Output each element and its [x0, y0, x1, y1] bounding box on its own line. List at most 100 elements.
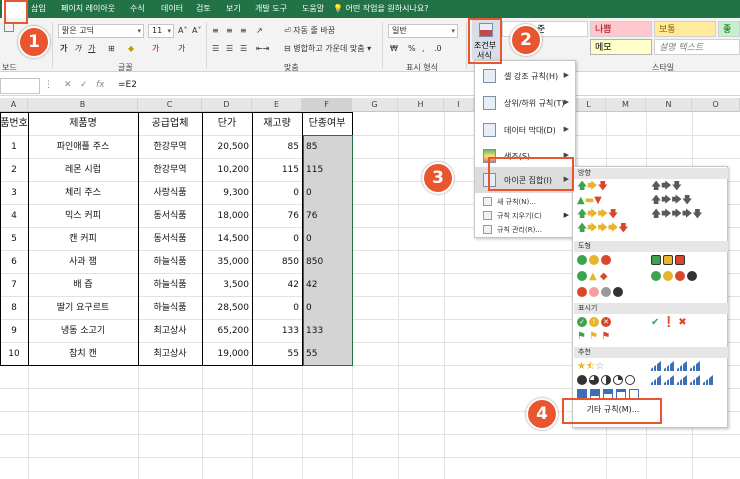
align-top-icon[interactable]: ≡ — [212, 24, 219, 38]
cell-id[interactable]: 3 — [0, 182, 28, 204]
cell-supplier[interactable]: 하늘식품 — [138, 297, 202, 319]
col-header-a[interactable]: A — [0, 98, 28, 112]
icon-set-3-flags[interactable]: ⚑ ⚑ ⚑ — [577, 331, 610, 342]
cell-price[interactable]: 35,000 — [202, 251, 252, 273]
col-header-c[interactable]: C — [138, 98, 202, 112]
fill-color-icon[interactable]: ◆ — [128, 42, 134, 56]
cell-stock[interactable]: 0 — [252, 182, 302, 204]
tab-review[interactable]: 검토 — [196, 3, 211, 14]
cell-id[interactable]: 8 — [0, 297, 28, 319]
italic-icon[interactable]: 가 — [74, 42, 81, 56]
cell-id[interactable]: 7 — [0, 274, 28, 296]
align-middle-icon[interactable]: ≡ — [226, 24, 233, 38]
cell-id[interactable]: 1 — [0, 136, 28, 158]
tab-formulas[interactable]: 수식 — [130, 3, 145, 14]
tab-insert[interactable]: 삽입 — [31, 3, 46, 14]
font-size-combo[interactable]: 11 ▾ — [148, 24, 174, 38]
icon-set-3-arrows-gray[interactable]: 🡅🡆🡇 — [651, 181, 682, 192]
name-box[interactable] — [0, 78, 40, 94]
cell-stock[interactable]: 85 — [252, 136, 302, 158]
menu-highlight-rules[interactable]: 셀 강조 규칙(H) ▶ — [475, 63, 575, 89]
header-cell-name[interactable]: 제품명 — [28, 113, 138, 135]
icon-set-3-triangles[interactable]: ▲▬▼ — [577, 195, 602, 206]
icon-set-red-to-black[interactable] — [577, 287, 625, 298]
menu-new-rule[interactable]: 새 규칙(N)... — [475, 195, 575, 208]
align-right-icon[interactable]: ☰ — [240, 42, 247, 56]
phonetic-icon[interactable]: 가 — [178, 42, 185, 56]
header-cell-discontinued[interactable]: 단종여부 — [302, 113, 352, 135]
cell-price[interactable]: 14,500 — [202, 228, 252, 250]
comma-icon[interactable]: , — [422, 42, 425, 56]
cell-price[interactable]: 18,000 — [202, 205, 252, 227]
indent-icon[interactable]: ⇤⇥ — [256, 42, 269, 56]
orientation-icon[interactable]: ↗ — [256, 24, 263, 38]
cell-stock[interactable]: 0 — [252, 297, 302, 319]
cell-stock[interactable]: 42 — [252, 274, 302, 296]
cell-price[interactable]: 3,500 — [202, 274, 252, 296]
style-memo[interactable]: 메모 — [590, 39, 652, 55]
icon-set-4-traffic-lights[interactable] — [651, 271, 699, 282]
cell-supplier[interactable]: 동서식품 — [138, 205, 202, 227]
menu-manage-rules[interactable]: 규칙 관리(R)... — [475, 223, 575, 236]
col-header-g[interactable]: G — [352, 98, 398, 112]
cell-supplier[interactable]: 한강무역 — [138, 159, 202, 181]
number-format-combo[interactable]: 일반 ▾ — [388, 24, 458, 38]
icon-set-3-arrows[interactable]: 🡅🡆🡇 — [577, 181, 608, 192]
col-header-l[interactable]: L — [572, 98, 606, 112]
icon-set-3-symbols-circled[interactable]: ✓! ✕ — [577, 317, 613, 328]
cell-price[interactable]: 9,300 — [202, 182, 252, 204]
wrap-text-button[interactable]: ⏎ 자동 줄 바꿈 — [284, 24, 335, 38]
cell-supplier[interactable]: 최고상사 — [138, 343, 202, 365]
style-neutral[interactable]: 보통 — [654, 21, 716, 37]
cell-name[interactable]: 냉동 소고기 — [28, 320, 138, 342]
align-left-icon[interactable]: ☰ — [212, 42, 219, 56]
cell-price[interactable]: 10,200 — [202, 159, 252, 181]
tab-developer[interactable]: 개발 도구 — [255, 3, 287, 14]
col-header-b[interactable]: B — [28, 98, 138, 112]
bold-icon[interactable]: 가 — [60, 42, 67, 56]
enter-icon[interactable]: ✓ — [80, 80, 88, 90]
header-cell-stock[interactable]: 재고량 — [252, 113, 302, 135]
font-color-icon[interactable]: 가 — [152, 42, 159, 56]
cell-name[interactable]: 체리 주스 — [28, 182, 138, 204]
icon-set-4-ratings[interactable] — [651, 361, 703, 372]
cell-supplier[interactable]: 한강무역 — [138, 136, 202, 158]
cell-stock[interactable]: 850 — [252, 251, 302, 273]
cell-supplier[interactable]: 동서식품 — [138, 228, 202, 250]
col-header-f[interactable]: F — [302, 98, 352, 112]
cell-name[interactable]: 딸기 요구르트 — [28, 297, 138, 319]
cell-name[interactable]: 믹스 커피 — [28, 205, 138, 227]
icon-set-3-stars[interactable]: ★⯪☆ — [577, 361, 604, 372]
cell-price[interactable]: 28,500 — [202, 297, 252, 319]
icon-set-5-arrows-gray[interactable]: 🡅🡆🡆🡆🡇 — [651, 209, 703, 220]
cell-supplier[interactable]: 하늘식품 — [138, 251, 202, 273]
cell-name[interactable]: 레몬 시럽 — [28, 159, 138, 181]
icon-set-3-traffic-lights-rimmed[interactable] — [651, 255, 687, 266]
col-header-i[interactable]: I — [444, 98, 474, 112]
tab-data[interactable]: 데이터 — [161, 3, 183, 14]
cancel-icon[interactable]: ✕ — [64, 80, 72, 90]
header-cell-price[interactable]: 단가 — [202, 113, 252, 135]
underline-icon[interactable]: 가 — [88, 42, 95, 56]
col-header-d[interactable]: D — [202, 98, 252, 112]
align-center-icon[interactable]: ☰ — [226, 42, 233, 56]
cell-stock[interactable]: 76 — [252, 205, 302, 227]
cell-id[interactable]: 2 — [0, 159, 28, 181]
cell-supplier[interactable]: 하늘식품 — [138, 274, 202, 296]
cell-name[interactable]: 참치 캔 — [28, 343, 138, 365]
icon-set-4-arrows[interactable]: 🡅🡆🡆🡇 — [577, 209, 618, 220]
accounting-icon[interactable]: ₩ — [390, 42, 398, 56]
col-header-e[interactable]: E — [252, 98, 302, 112]
icon-set-5-arrows[interactable]: 🡅🡆🡆🡆🡇 — [577, 223, 629, 234]
font-name-combo[interactable]: 맑은 고딕 ▾ — [58, 24, 144, 38]
cell-id[interactable]: 10 — [0, 343, 28, 365]
style-bad[interactable]: 나쁨 — [590, 21, 652, 37]
cell-price[interactable]: 65,200 — [202, 320, 252, 342]
style-explanatory[interactable]: 설명 텍스트 — [654, 39, 740, 55]
tell-me-box[interactable]: 💡 어떤 작업을 원하시나요? — [333, 3, 428, 14]
cell-stock[interactable]: 0 — [252, 228, 302, 250]
cell-id[interactable]: 9 — [0, 320, 28, 342]
cell-price[interactable]: 19,000 — [202, 343, 252, 365]
formula-input[interactable]: =E2 — [118, 80, 137, 90]
header-cell-supplier[interactable]: 공급업체 — [138, 113, 202, 135]
